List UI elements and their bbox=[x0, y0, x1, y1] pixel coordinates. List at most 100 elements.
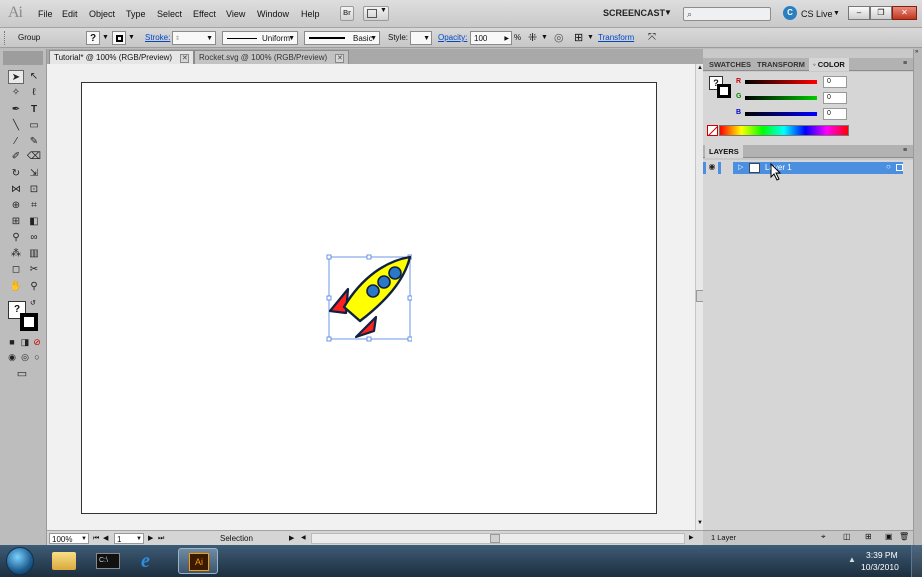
bridge-button[interactable]: Br bbox=[340, 6, 354, 21]
explorer-taskbar-button[interactable] bbox=[44, 548, 84, 574]
expand-icon[interactable]: ⤧ bbox=[648, 31, 656, 45]
symbol-sprayer-tool-icon[interactable]: ⁂ bbox=[8, 247, 24, 261]
layer-row[interactable]: ◉ ▷ Layer 1 ○ bbox=[703, 162, 903, 174]
cmd-taskbar-button[interactable]: C:\ bbox=[88, 548, 128, 574]
pencil-tool-icon[interactable]: ✎ bbox=[26, 135, 42, 149]
illustrator-taskbar-button[interactable]: Ai bbox=[178, 548, 218, 574]
menu-object[interactable]: Object bbox=[89, 9, 115, 19]
start-button[interactable] bbox=[6, 547, 34, 575]
column-graph-tool-icon[interactable]: ▥ bbox=[26, 247, 42, 261]
close-icon[interactable]: ✕ bbox=[180, 54, 190, 63]
minimize-button[interactable]: – bbox=[848, 6, 870, 20]
delete-layer-icon[interactable]: 🗑 bbox=[899, 532, 909, 541]
new-layer-icon[interactable]: ▣ bbox=[885, 532, 893, 541]
cs-live-menu[interactable]: CS Live bbox=[801, 9, 833, 19]
red-input[interactable]: 0 bbox=[823, 76, 847, 88]
rocket-artwork[interactable] bbox=[326, 253, 412, 343]
stroke-link[interactable]: Stroke: bbox=[145, 31, 170, 45]
zoom-tool-icon[interactable]: ⚲ bbox=[26, 280, 42, 294]
blue-slider[interactable] bbox=[745, 112, 817, 116]
scroll-right-icon[interactable]: ▶ bbox=[689, 533, 694, 544]
fill-stroke-widget[interactable]: ? ↺ bbox=[8, 300, 40, 331]
menu-help[interactable]: Help bbox=[301, 9, 320, 19]
transform-link[interactable]: Transform bbox=[598, 31, 634, 45]
none-mode-icon[interactable]: ⊘ bbox=[29, 335, 45, 349]
search-input[interactable]: ⌕ bbox=[683, 7, 771, 21]
scrollbar-thumb[interactable] bbox=[490, 534, 500, 543]
fill-swatch[interactable]: ? bbox=[86, 31, 100, 45]
restore-button[interactable]: ❐ bbox=[870, 6, 892, 20]
chevron-down-icon[interactable]: ▼ bbox=[102, 31, 109, 45]
perspective-grid-tool-icon[interactable]: ⌗ bbox=[26, 199, 42, 213]
lock-toggle[interactable] bbox=[721, 162, 733, 174]
chevron-down-icon[interactable]: ▼ bbox=[664, 8, 672, 17]
isolate-group-icon[interactable]: ◎ bbox=[554, 31, 564, 45]
paintbrush-tool-icon[interactable]: ⁄ bbox=[8, 135, 24, 149]
opacity-input[interactable]: 100 ▶ bbox=[470, 31, 512, 45]
recolor-icon[interactable]: ⁜ bbox=[528, 31, 537, 45]
rectangle-tool-icon[interactable]: ▭ bbox=[26, 119, 42, 133]
mesh-tool-icon[interactable]: ⊞ bbox=[8, 215, 24, 229]
width-tool-icon[interactable]: ⋈ bbox=[8, 183, 24, 197]
gradient-tool-icon[interactable]: ◧ bbox=[26, 215, 42, 229]
color-spectrum[interactable] bbox=[719, 125, 849, 136]
show-desktop-button[interactable] bbox=[911, 545, 922, 577]
last-artboard-icon[interactable]: ⏭ bbox=[158, 533, 164, 544]
cs-live-icon[interactable]: C bbox=[783, 6, 797, 20]
show-hidden-icons-icon[interactable]: ▲ bbox=[848, 555, 856, 564]
clipping-mask-icon[interactable]: ◫ bbox=[843, 532, 851, 541]
horizontal-scrollbar[interactable] bbox=[311, 533, 685, 544]
fill-stroke-widget[interactable]: ? bbox=[709, 76, 733, 100]
artboard-tool-icon[interactable]: ◻ bbox=[8, 263, 24, 277]
expand-triangle-icon[interactable]: ▷ bbox=[738, 163, 743, 171]
magic-wand-tool-icon[interactable]: ✧ bbox=[8, 86, 24, 100]
draw-inside-icon[interactable]: ○ bbox=[29, 350, 45, 364]
artboard[interactable] bbox=[81, 82, 657, 514]
type-tool-icon[interactable]: T bbox=[26, 103, 42, 117]
blue-input[interactable]: 0 bbox=[823, 108, 847, 120]
chevron-down-icon[interactable]: ▼ bbox=[128, 31, 135, 45]
scroll-left-icon[interactable]: ◀ bbox=[301, 533, 306, 544]
tab-swatches[interactable]: SWATCHES bbox=[705, 58, 755, 71]
menu-view[interactable]: View bbox=[226, 9, 245, 19]
status-menu-icon[interactable]: ▶ bbox=[289, 533, 294, 544]
locate-object-icon[interactable]: ⌖ bbox=[821, 532, 826, 542]
menu-edit[interactable]: Edit bbox=[62, 9, 78, 19]
vertical-scrollbar[interactable]: ▲ ▼ bbox=[695, 64, 704, 530]
tab-color[interactable]: ◦ COLOR bbox=[809, 58, 849, 71]
scale-tool-icon[interactable]: ⇲ bbox=[26, 167, 42, 181]
shape-builder-tool-icon[interactable]: ⊕ bbox=[8, 199, 24, 213]
eraser-tool-icon[interactable]: ⌫ bbox=[26, 150, 42, 164]
new-sublayer-icon[interactable]: ⊞ bbox=[865, 532, 872, 541]
next-artboard-icon[interactable]: ▶ bbox=[148, 533, 153, 544]
tab-transform[interactable]: TRANSFORM bbox=[753, 58, 809, 71]
stroke-weight-input[interactable]: ⇕ ▼ bbox=[172, 31, 216, 45]
line-tool-icon[interactable]: ╲ bbox=[8, 119, 24, 133]
chevron-down-icon[interactable]: ▼ bbox=[833, 10, 840, 17]
free-transform-tool-icon[interactable]: ⊡ bbox=[26, 183, 42, 197]
chevron-down-icon[interactable]: ▼ bbox=[541, 31, 548, 45]
selection-square-icon[interactable] bbox=[896, 164, 903, 171]
panel-menu-icon[interactable]: ≡ bbox=[903, 147, 907, 154]
artboard-select[interactable]: 1 ▼ bbox=[114, 533, 144, 544]
panel-dock-scrollbar[interactable]: » bbox=[913, 49, 922, 545]
chevron-down-icon[interactable]: ▼ bbox=[587, 31, 594, 45]
screen-mode-icon[interactable]: ▭ bbox=[14, 367, 30, 381]
menu-effect[interactable]: Effect bbox=[193, 9, 216, 19]
graphic-style-picker[interactable]: ▼ bbox=[410, 31, 432, 45]
blend-tool-icon[interactable]: ∞ bbox=[26, 231, 42, 245]
close-button[interactable]: ✕ bbox=[892, 6, 917, 20]
previous-artboard-icon[interactable]: ◀ bbox=[103, 533, 108, 544]
menu-window[interactable]: Window bbox=[257, 9, 289, 19]
workspace-switcher[interactable]: SCREENCAST bbox=[603, 8, 665, 18]
target-circle-icon[interactable]: ○ bbox=[886, 162, 891, 171]
menu-type[interactable]: Type bbox=[126, 9, 146, 19]
blob-brush-tool-icon[interactable]: ✐ bbox=[8, 150, 24, 164]
clock-date[interactable]: 10/3/2010 bbox=[861, 562, 899, 572]
panel-menu-icon[interactable]: ≡ bbox=[903, 60, 907, 67]
selection-tool-icon[interactable]: ➤ bbox=[8, 70, 24, 84]
green-input[interactable]: 0 bbox=[823, 92, 847, 104]
align-icon[interactable]: ⊞ bbox=[574, 31, 583, 45]
tab-tutorial[interactable]: Tutorial* @ 100% (RGB/Preview) ✕ bbox=[49, 50, 195, 64]
green-slider[interactable] bbox=[745, 96, 817, 100]
